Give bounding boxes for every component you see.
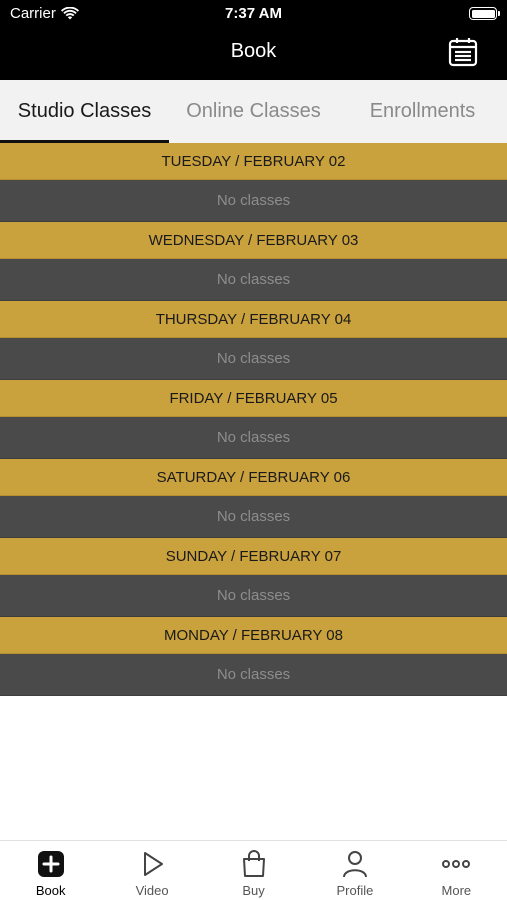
person-icon bbox=[342, 851, 367, 878]
day-header: MONDAY / FEBRUARY 08 bbox=[0, 617, 507, 654]
more-dots-icon bbox=[442, 860, 471, 868]
day-header: TUESDAY / FEBRUARY 02 bbox=[0, 143, 507, 180]
no-classes-row: No classes bbox=[0, 259, 507, 301]
calendar-button[interactable] bbox=[447, 36, 479, 68]
shopping-bag-icon bbox=[242, 850, 265, 877]
day-header: SUNDAY / FEBRUARY 07 bbox=[0, 538, 507, 575]
day-header: WEDNESDAY / FEBRUARY 03 bbox=[0, 222, 507, 259]
tabbar-video[interactable]: Video bbox=[101, 841, 202, 900]
day-header: FRIDAY / FEBRUARY 05 bbox=[0, 380, 507, 417]
day-header: THURSDAY / FEBRUARY 04 bbox=[0, 301, 507, 338]
tabbar-profile[interactable]: Profile bbox=[304, 841, 405, 900]
tabbar-more[interactable]: More bbox=[406, 841, 507, 900]
play-icon bbox=[144, 852, 164, 876]
no-classes-row: No classes bbox=[0, 338, 507, 380]
battery-level bbox=[471, 9, 495, 18]
status-time: 7:37 AM bbox=[225, 5, 282, 22]
tabbar-label: Profile bbox=[336, 883, 374, 898]
plus-square-icon bbox=[37, 851, 64, 877]
tabbar-label: More bbox=[441, 883, 472, 898]
tabbar-buy[interactable]: Buy bbox=[203, 841, 304, 900]
no-classes-row: No classes bbox=[0, 496, 507, 538]
page-title: Book bbox=[230, 40, 277, 62]
book-screen: Carrier 7:37 AM Book Studio Classes Onli… bbox=[0, 0, 507, 900]
tabbar-book[interactable]: Book bbox=[0, 841, 101, 900]
no-classes-row: No classes bbox=[0, 180, 507, 222]
no-classes-row: No classes bbox=[0, 575, 507, 617]
tab-enrollments[interactable]: Enrollments bbox=[338, 80, 507, 143]
tabbar-label: Video bbox=[135, 883, 169, 898]
tabbar-label: Book bbox=[35, 883, 66, 898]
bottom-tab-bar: Book Video Buy Profile More bbox=[0, 840, 507, 900]
tab-online-classes[interactable]: Online Classes bbox=[169, 80, 338, 143]
class-tabs: Studio Classes Online Classes Enrollment… bbox=[0, 80, 507, 143]
no-classes-row: No classes bbox=[0, 417, 507, 459]
top-bar: Carrier 7:37 AM Book bbox=[0, 0, 507, 80]
tabbar-label: Buy bbox=[242, 883, 265, 898]
tab-studio-classes[interactable]: Studio Classes bbox=[0, 80, 169, 143]
day-header: SATURDAY / FEBRUARY 06 bbox=[0, 459, 507, 496]
schedule-list: TUESDAY / FEBRUARY 02 No classes WEDNESD… bbox=[0, 143, 507, 696]
battery-icon bbox=[469, 7, 500, 20]
no-classes-row: No classes bbox=[0, 654, 507, 696]
calendar-icon bbox=[448, 38, 478, 67]
